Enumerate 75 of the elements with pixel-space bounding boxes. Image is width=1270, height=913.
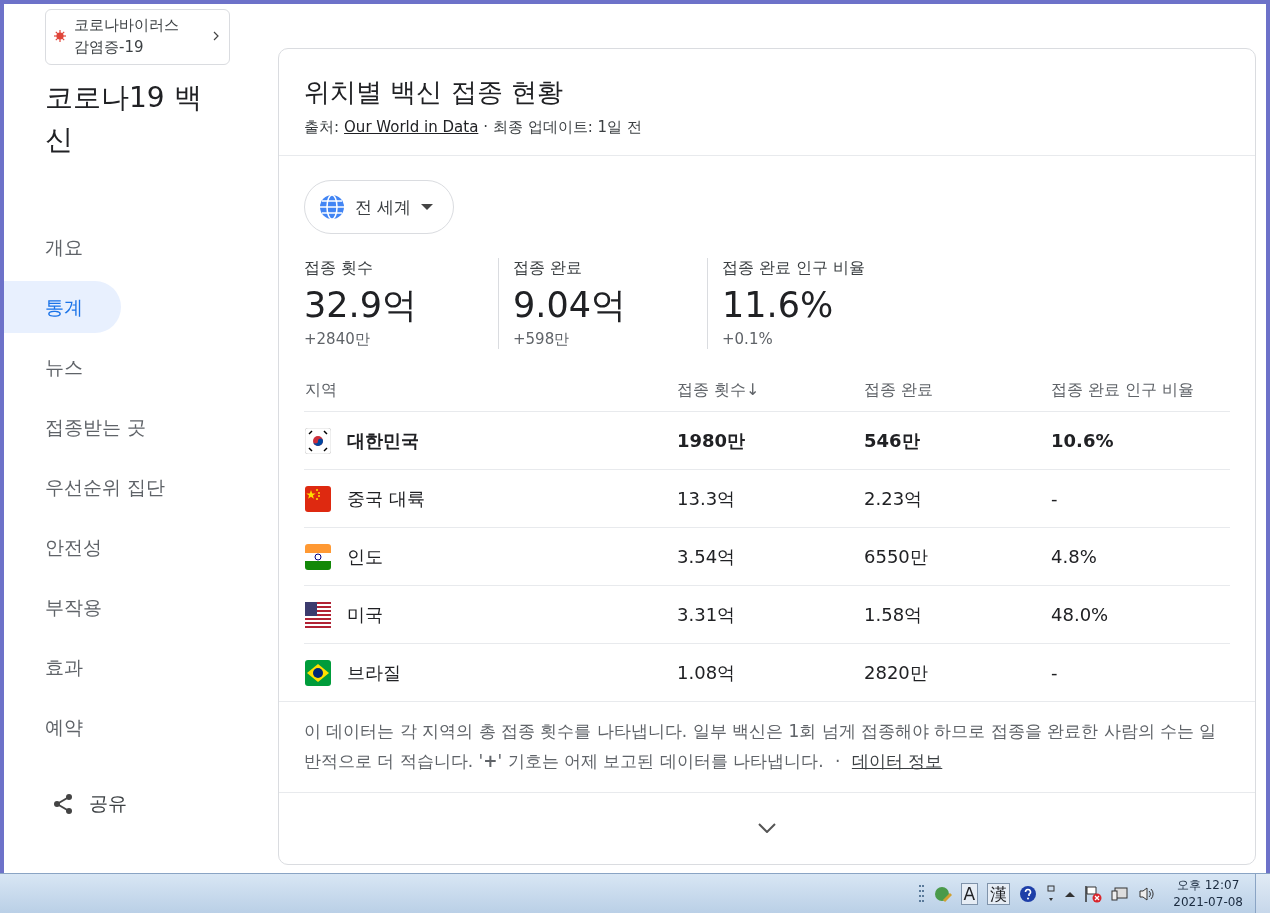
update-time: · 최종 업데이트: 1일 전 xyxy=(483,118,642,137)
globe-pencil-icon xyxy=(933,885,952,903)
column-header[interactable]: 접종 완료 xyxy=(863,369,1050,412)
region-dropdown[interactable]: 전 세계 xyxy=(304,180,455,234)
flag-icon xyxy=(305,601,331,628)
table-cell: 6550만 xyxy=(863,527,1050,586)
column-header[interactable]: 접종 횟수↓ xyxy=(676,369,863,412)
nav-item[interactable]: 예약 xyxy=(4,701,121,753)
network-icon xyxy=(1111,885,1130,903)
region-name[interactable]: 인도 xyxy=(347,544,383,569)
flag-icon xyxy=(305,659,331,686)
stat-change: +2840만 xyxy=(304,330,371,349)
data-info-link[interactable]: 데이터 정보 xyxy=(851,751,943,771)
table-cell: 4.8% xyxy=(1050,527,1230,586)
region-name[interactable]: 중국 대륙 xyxy=(347,486,425,511)
nav-item[interactable]: 통계 xyxy=(4,281,121,333)
chevron-down-icon xyxy=(758,823,776,833)
stat-change: +598만 xyxy=(513,330,571,349)
globe-icon xyxy=(319,194,345,220)
nav-item[interactable]: 부작용 xyxy=(4,581,132,633)
speaker-icon xyxy=(1138,886,1155,902)
topic-chip[interactable]: 코로나바이러스 감염증-19 xyxy=(45,9,230,65)
restore-icon xyxy=(1046,885,1057,903)
flag-icon xyxy=(305,485,331,512)
grip-icon xyxy=(918,884,925,904)
stat-change: +0.1% xyxy=(722,330,774,348)
card-title: 위치별 백신 접종 현황 xyxy=(304,76,564,109)
stat-value: 32.9억 xyxy=(304,284,418,327)
share-icon xyxy=(51,792,75,816)
stat-label: 접종 완료 인구 비율 xyxy=(722,258,867,279)
stat-label: 접종 횟수 xyxy=(304,258,375,279)
column-header[interactable]: 접종 완료 인구 비율 xyxy=(1050,369,1230,412)
stat-label: 접종 완료 xyxy=(513,258,584,279)
clock-date[interactable]: 2021-07-08 xyxy=(1173,894,1243,911)
table-cell: 2.23억 xyxy=(863,469,1050,528)
table-cell: 3.54억 xyxy=(676,527,863,586)
flag-icon xyxy=(305,543,331,570)
table-cell: - xyxy=(1050,469,1230,528)
data-note: 이 데이터는 각 지역의 총 접종 횟수를 나타냅니다. 일부 백신은 1회 넘게 접종해야 하므로 접종을 완료한 사람의 수는 일반적으로 더 적습니다. '+' 기호는 어제 보고된 데이터를 나타냅니다. · 데이터 정보 xyxy=(304,720,1218,773)
table-cell: 546만 xyxy=(863,411,1050,470)
table-cell: - xyxy=(1050,643,1230,701)
table-cell: 1.08억 xyxy=(676,643,863,701)
ime-key[interactable]: A xyxy=(960,883,979,905)
region-name[interactable]: 브라질 xyxy=(347,660,401,685)
help-icon xyxy=(1019,885,1038,903)
region-name[interactable]: 미국 xyxy=(347,602,383,627)
table-cell: 48.0% xyxy=(1050,585,1230,644)
page-title: 코로나19 백신 xyxy=(45,80,203,158)
nav-item[interactable]: 뉴스 xyxy=(4,341,121,393)
chevron-right-icon xyxy=(213,31,219,41)
clock-time[interactable]: 오후 12:07 xyxy=(1173,877,1243,894)
table-cell: 3.31억 xyxy=(676,585,863,644)
table-cell: 1.58억 xyxy=(863,585,1050,644)
caret-icon xyxy=(421,204,434,210)
table-cell: 1980만 xyxy=(676,411,863,470)
ime-key[interactable]: 漢 xyxy=(987,883,1011,905)
nav-item[interactable]: 접종받는 곳 xyxy=(4,401,177,453)
source-label: 출처: xyxy=(304,118,340,137)
virus-icon xyxy=(54,30,66,42)
nav-item[interactable]: 안전성 xyxy=(4,521,132,573)
table-cell: 13.3억 xyxy=(676,469,863,528)
flag-error-icon xyxy=(1084,885,1103,903)
stat-value: 9.04억 xyxy=(513,284,627,327)
table-cell: 2820만 xyxy=(863,643,1050,701)
nav-item[interactable]: 개요 xyxy=(4,221,121,273)
source-link[interactable]: Our World in Data xyxy=(344,118,479,137)
stat-value: 11.6% xyxy=(722,284,835,327)
nav-item[interactable]: 효과 xyxy=(4,641,121,693)
flag-icon xyxy=(305,427,331,454)
table-cell: 10.6% xyxy=(1050,411,1230,470)
column-header[interactable]: 지역 xyxy=(304,369,676,412)
region-name[interactable]: 대한민국 xyxy=(347,428,419,453)
nav-item[interactable]: 우선순위 집단 xyxy=(4,461,196,513)
show-hidden-icon xyxy=(1065,890,1076,898)
share-button[interactable]: 공유 xyxy=(51,791,274,817)
